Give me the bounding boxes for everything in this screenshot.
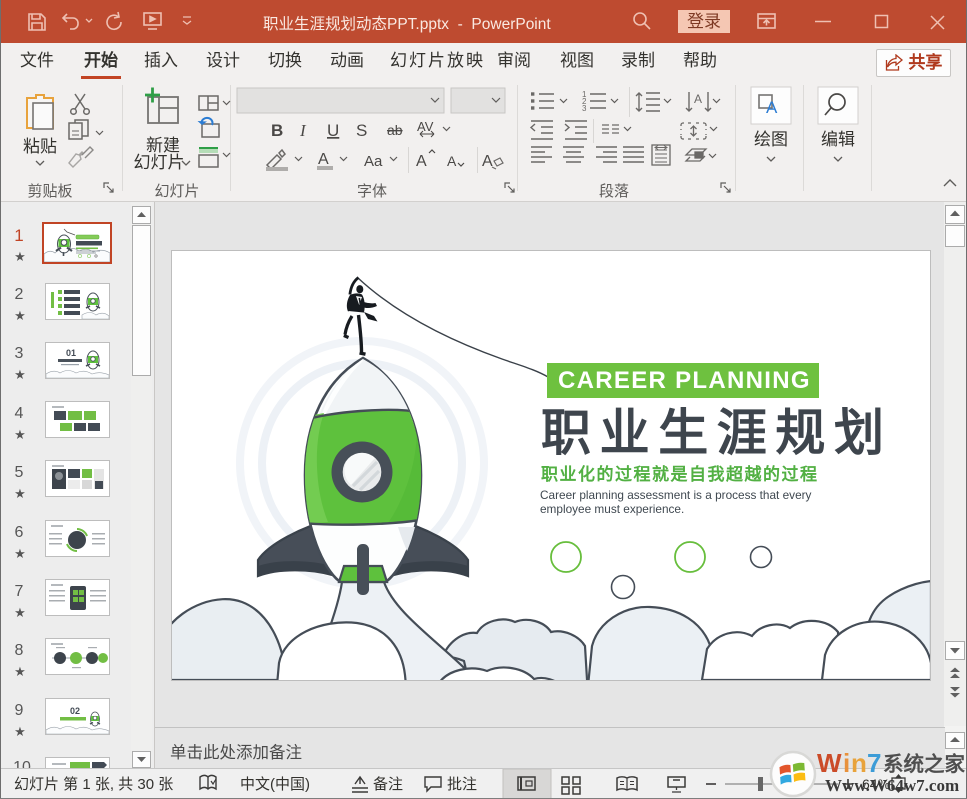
svg-text:i: i: [843, 748, 850, 778]
svg-text:ab: ab: [387, 122, 403, 138]
svg-text:CAREER PLANNING: CAREER PLANNING: [558, 367, 811, 394]
svg-text:3: 3: [15, 345, 24, 362]
svg-text:2: 2: [15, 286, 24, 303]
svg-text:n: n: [851, 748, 867, 778]
svg-text:段落: 段落: [599, 183, 629, 200]
svg-text:★: ★: [14, 308, 26, 323]
svg-text:职业生涯规划: 职业生涯规划: [541, 405, 893, 461]
svg-text:编辑: 编辑: [821, 130, 855, 149]
svg-text:employee must experience.: employee must experience.: [540, 502, 684, 516]
svg-text:幻灯片: 幻灯片: [154, 183, 199, 200]
svg-text:★: ★: [14, 486, 26, 501]
svg-text:★: ★: [14, 249, 26, 264]
svg-text:A: A: [416, 153, 427, 170]
svg-text:3: 3: [582, 104, 587, 113]
svg-text:I: I: [299, 121, 307, 140]
svg-text:9: 9: [15, 702, 24, 719]
svg-text:02: 02: [70, 706, 80, 716]
svg-text:Aa: Aa: [364, 153, 383, 170]
svg-text:A: A: [318, 151, 329, 168]
svg-text:10: 10: [13, 759, 31, 768]
svg-text:6: 6: [15, 524, 24, 541]
svg-text:4: 4: [15, 405, 24, 422]
svg-text:★: ★: [14, 546, 26, 561]
svg-text:★: ★: [14, 664, 26, 679]
svg-text:字体: 字体: [357, 183, 387, 200]
svg-text:备注: 备注: [373, 776, 403, 793]
svg-text:B: B: [271, 121, 283, 140]
svg-text:A: A: [766, 98, 778, 117]
svg-text:01: 01: [66, 348, 76, 358]
svg-text:绘图: 绘图: [754, 130, 788, 149]
svg-text:★: ★: [14, 724, 26, 739]
svg-text:1: 1: [14, 226, 23, 245]
svg-text:系统之家: 系统之家: [883, 752, 965, 776]
svg-text:★: ★: [14, 605, 26, 620]
svg-text:5: 5: [15, 464, 24, 481]
svg-text:★: ★: [14, 427, 26, 442]
svg-text:职业化的过程就是自我超越的过程: 职业化的过程就是自我超越的过程: [541, 464, 819, 484]
svg-text:S: S: [356, 121, 367, 140]
svg-text:A: A: [694, 92, 702, 106]
svg-text:Www.W64w7.com: Www.W64w7.com: [825, 776, 959, 795]
svg-text:剪贴板: 剪贴板: [27, 182, 72, 200]
svg-text:U: U: [327, 121, 339, 140]
svg-text:Career planning assessment is: Career planning assessment is a process …: [540, 488, 812, 502]
svg-text:中文(中国): 中文(中国): [240, 776, 310, 793]
svg-text:粘贴: 粘贴: [23, 137, 57, 156]
svg-text:批注: 批注: [447, 776, 477, 793]
svg-text:7: 7: [867, 748, 881, 778]
svg-text:7: 7: [15, 583, 24, 600]
svg-text:A: A: [482, 153, 493, 170]
svg-text:幻灯片: 幻灯片: [134, 153, 185, 172]
svg-text:幻灯片 第 1 张, 共 30 张: 幻灯片 第 1 张, 共 30 张: [14, 775, 173, 793]
svg-text:★: ★: [14, 367, 26, 382]
svg-text:W: W: [817, 748, 842, 778]
svg-text:A: A: [447, 153, 457, 169]
svg-text:8: 8: [15, 642, 24, 659]
